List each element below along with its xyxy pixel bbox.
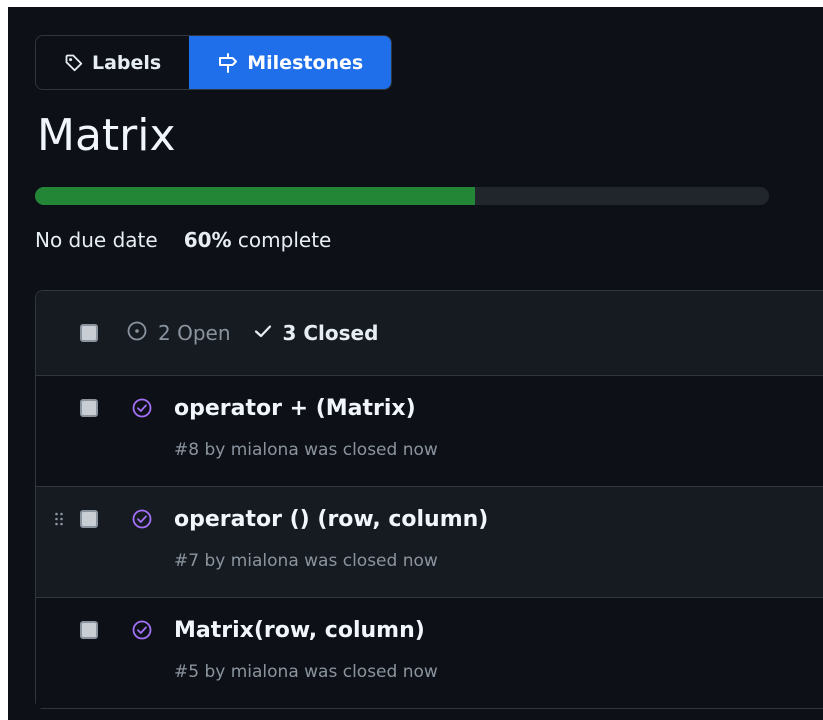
issue-closed-icon bbox=[131, 619, 153, 645]
issue-list: 2 Open 3 Closed operator + (Matrix) #8 b… bbox=[35, 290, 823, 709]
issue-checkbox[interactable] bbox=[80, 399, 98, 417]
labels-tab-label: Labels bbox=[92, 51, 162, 74]
issue-closed-icon bbox=[131, 508, 153, 534]
labels-milestones-nav: Labels Milestones bbox=[35, 35, 393, 90]
issue-meta: #7 by mialona was closed now bbox=[174, 551, 438, 571]
issue-row[interactable]: operator () (row, column) #7 by mialona … bbox=[36, 487, 823, 598]
issue-title-link[interactable]: Matrix(row, column) bbox=[174, 616, 425, 646]
milestones-tab[interactable]: Milestones bbox=[189, 36, 392, 89]
grabber-icon[interactable] bbox=[54, 511, 64, 527]
issue-opened-icon bbox=[126, 320, 148, 347]
issue-list-header: 2 Open 3 Closed bbox=[36, 291, 823, 376]
issue-row[interactable]: Matrix(row, column) #5 by mialona was cl… bbox=[36, 598, 823, 708]
milestone-progress-bar bbox=[35, 187, 769, 205]
milestone-progress-fill bbox=[35, 187, 476, 205]
completion-percent: 60% bbox=[183, 228, 232, 252]
issue-row[interactable]: operator + (Matrix) #8 by mialona was cl… bbox=[36, 376, 823, 487]
open-filter-label: 2 Open bbox=[158, 321, 231, 345]
completion: 60% complete bbox=[184, 226, 332, 254]
labels-tab[interactable]: Labels bbox=[36, 36, 190, 89]
issue-title-link[interactable]: operator + (Matrix) bbox=[174, 394, 416, 424]
completion-label: complete bbox=[237, 228, 332, 252]
milestone-meta: No due date 60% complete bbox=[35, 226, 331, 254]
issue-checkbox[interactable] bbox=[80, 621, 98, 639]
closed-filter[interactable]: 3 Closed bbox=[253, 321, 379, 346]
closed-filter-label: 3 Closed bbox=[282, 321, 379, 345]
due-date: No due date bbox=[35, 228, 158, 252]
milestone-page: Labels Milestones Matrix No due date 60%… bbox=[8, 7, 823, 720]
open-filter[interactable]: 2 Open bbox=[126, 320, 231, 347]
check-icon bbox=[253, 321, 273, 346]
tag-icon bbox=[64, 53, 84, 73]
issue-title-link[interactable]: operator () (row, column) bbox=[174, 505, 488, 535]
issue-meta: #5 by mialona was closed now bbox=[174, 662, 438, 682]
milestones-tab-label: Milestones bbox=[247, 51, 364, 74]
issue-checkbox[interactable] bbox=[80, 510, 98, 528]
issue-meta: #8 by mialona was closed now bbox=[174, 440, 438, 460]
milestone-icon bbox=[217, 52, 239, 74]
milestone-title: Matrix bbox=[37, 110, 176, 161]
select-all-checkbox[interactable] bbox=[80, 324, 98, 342]
issue-closed-icon bbox=[131, 397, 153, 423]
